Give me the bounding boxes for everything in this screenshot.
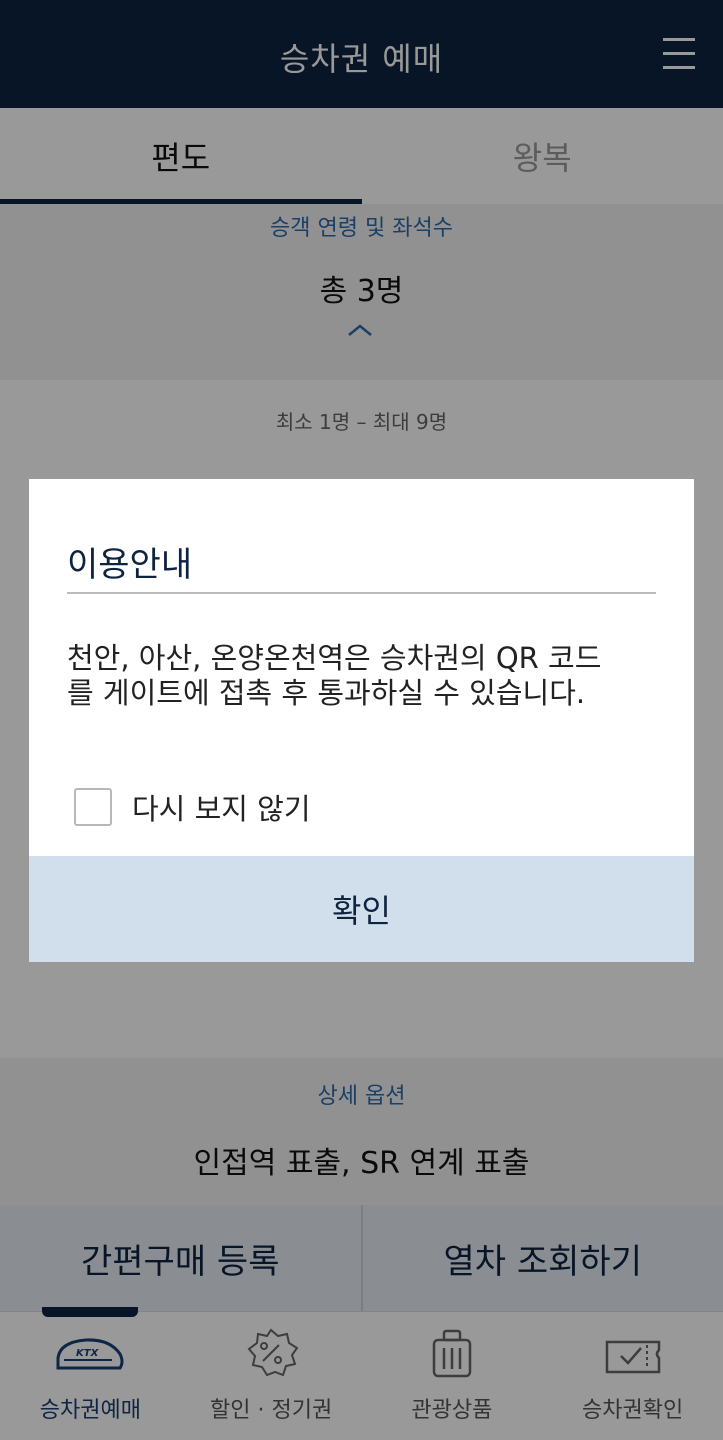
dont-show-again-label: 다시 보지 않기: [132, 792, 311, 826]
dont-show-again-option[interactable]: 다시 보지 않기: [74, 786, 311, 828]
dialog-divider: [67, 592, 656, 594]
dialog-title: 이용안내: [67, 545, 193, 585]
notice-dialog: 이용안내 천안, 아산, 온양온천역은 승차권의 QR 코드를 게이트에 접촉 …: [29, 479, 694, 962]
dont-show-again-checkbox[interactable]: [74, 788, 112, 826]
dialog-message: 천안, 아산, 온양온천역은 승차권의 QR 코드를 게이트에 접촉 후 통과하…: [67, 641, 602, 710]
confirm-button[interactable]: 확인: [29, 856, 694, 962]
